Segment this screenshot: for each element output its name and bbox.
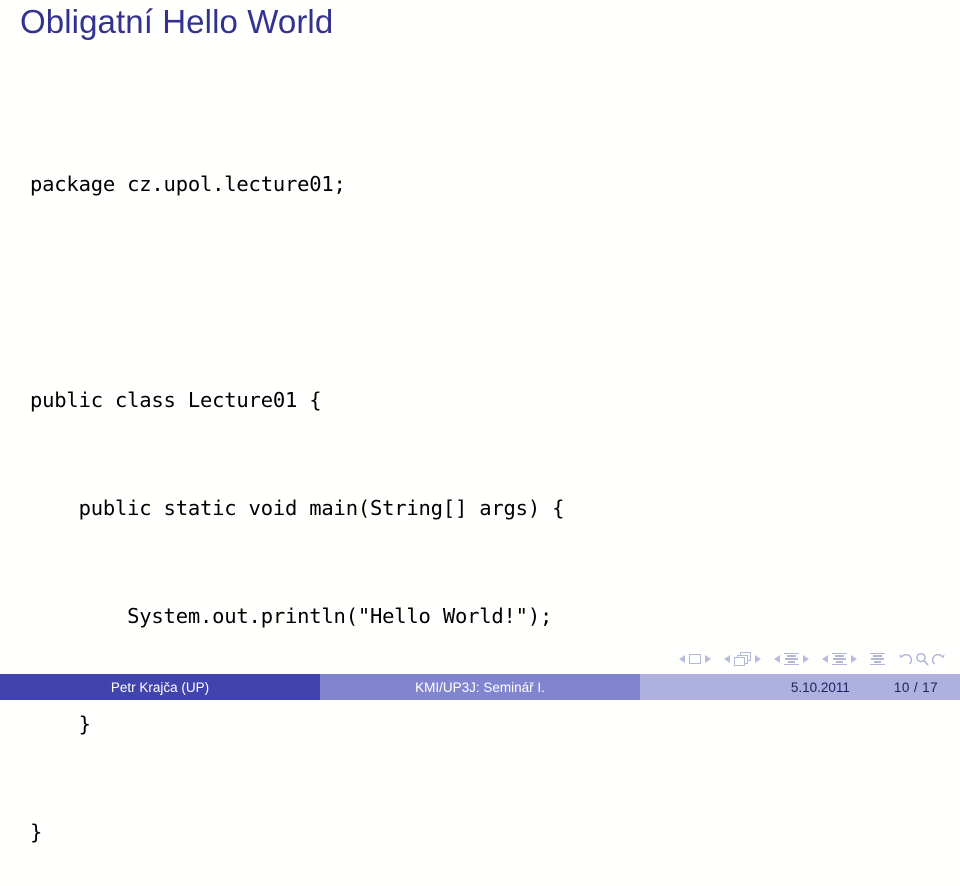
slide-navigation-group[interactable] <box>679 654 711 664</box>
frame-stack-icon[interactable] <box>734 652 751 666</box>
subsection-navigation-group[interactable] <box>774 652 809 666</box>
code-line: } <box>30 820 43 844</box>
triangle-right-icon[interactable] <box>851 655 857 663</box>
frame-navigation-group[interactable] <box>724 652 761 666</box>
slide-square-icon[interactable] <box>689 654 701 664</box>
code-line: public static void main(String[] args) { <box>30 496 565 520</box>
code-listing: package cz.upol.lecture01; public class … <box>30 94 564 886</box>
page-title: Obligatní Hello World <box>20 3 334 40</box>
triangle-right-icon[interactable] <box>803 655 809 663</box>
code-line: package cz.upol.lecture01; <box>30 172 346 196</box>
triangle-left-icon[interactable] <box>774 655 780 663</box>
section-navigation-group[interactable] <box>822 652 857 666</box>
code-line: System.out.println("Hello World!"); <box>30 604 553 628</box>
triangle-right-icon[interactable] <box>705 655 711 663</box>
beamer-navigation-bar[interactable] <box>679 649 946 669</box>
magnifier-icon[interactable] <box>915 652 929 666</box>
footer-subject: KMI/UP3J: Seminář I. <box>320 674 640 700</box>
footer-date: 5.10.2011 <box>790 679 850 695</box>
lines-icon[interactable] <box>832 652 847 666</box>
lines-icon[interactable] <box>870 652 885 666</box>
code-line: } <box>30 712 91 736</box>
triangle-left-icon[interactable] <box>724 655 730 663</box>
triangle-left-icon[interactable] <box>822 655 828 663</box>
redo-arrow-icon[interactable] <box>931 652 946 666</box>
document-navigation-group[interactable] <box>898 652 946 666</box>
code-line: public class Lecture01 { <box>30 388 322 412</box>
footer-page-number: 10 / 17 <box>893 679 938 695</box>
undo-arrow-icon[interactable] <box>898 652 913 666</box>
lines-icon[interactable] <box>784 652 799 666</box>
triangle-left-icon[interactable] <box>679 655 685 663</box>
triangle-right-icon[interactable] <box>755 655 761 663</box>
presentation-navigation-group[interactable] <box>870 652 885 666</box>
footer-author: Petr Krajča (UP) <box>0 674 320 700</box>
footer-meta: 5.10.2011 10 / 17 <box>640 674 960 700</box>
slide-footer: Petr Krajča (UP) KMI/UP3J: Seminář I. 5.… <box>0 674 960 700</box>
